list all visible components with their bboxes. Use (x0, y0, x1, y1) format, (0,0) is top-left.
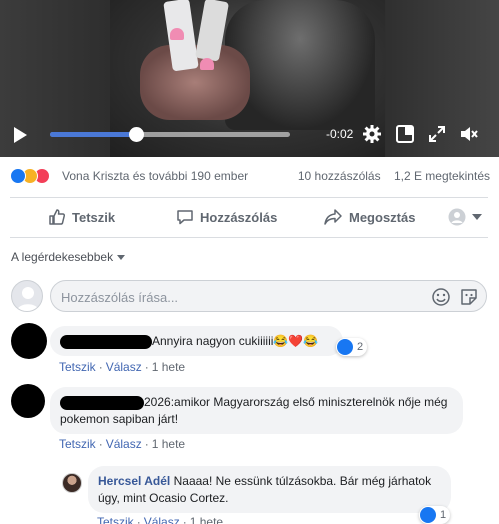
comment-reaction-count: 2 (357, 341, 364, 353)
default-avatar-icon (17, 287, 39, 311)
commenter-avatar[interactable] (11, 323, 47, 359)
comment-meta: Tetszik · Válasz · 1 hete (59, 360, 185, 374)
chevron-down-icon (472, 214, 482, 220)
comment-reply-link[interactable]: Válasz (106, 437, 142, 451)
emoji-icon[interactable] (431, 287, 451, 307)
seek-handle[interactable] (129, 127, 145, 142)
comment-like-link[interactable]: Tetszik (59, 360, 96, 374)
time-remaining: -0:02 (326, 127, 354, 141)
comment-bubble: Annyira nagyon cukiiiiii😂❤️😂 (50, 326, 343, 356)
reactions-summary[interactable]: Vona Kriszta és további 190 ember (62, 169, 248, 183)
like-button[interactable]: Tetszik (48, 200, 115, 234)
redacted-author-name (60, 395, 144, 410)
like-button-label: Tetszik (72, 209, 116, 225)
reaction-icons[interactable] (10, 168, 62, 184)
heart-decoration (170, 28, 184, 40)
comment-button-label: Hozzászólás (200, 209, 278, 225)
audience-selector[interactable] (448, 200, 488, 234)
user-avatar (11, 280, 43, 312)
comment-time[interactable]: 1 hete (152, 437, 185, 451)
reply-meta: Tetszik · Válasz · 1 hete (97, 515, 223, 524)
sticker-icon[interactable] (459, 287, 479, 307)
pip-icon[interactable] (395, 124, 415, 144)
fullscreen-icon[interactable] (427, 124, 447, 144)
profile-avatar-icon (448, 208, 466, 226)
comment-reactions[interactable]: 2 (336, 338, 368, 356)
share-icon (324, 209, 342, 225)
like-reaction-icon (337, 339, 353, 355)
meta-separator: · (98, 360, 103, 374)
reply-time[interactable]: 1 hete (190, 515, 223, 524)
divider (10, 197, 488, 198)
comment-sort-label: A legérdekesebbek (11, 250, 114, 264)
like-reaction-icon (420, 507, 436, 523)
meta-separator: · (144, 360, 149, 374)
reply-author-avatar[interactable] (62, 473, 82, 493)
meta-separator: · (144, 437, 149, 451)
post-counts: 10 hozzászólás 1,2 E megtekintés (288, 169, 490, 183)
share-button-label: Megosztás (349, 209, 416, 225)
reply-reactions[interactable]: 1 (419, 506, 451, 524)
comment-text: Annyira nagyon cukiiiiii😂❤️😂 (152, 334, 319, 348)
comment-reply-link[interactable]: Válasz (106, 360, 142, 374)
reply-reaction-count: 1 (440, 509, 447, 521)
play-button[interactable] (14, 127, 27, 143)
post-actions: Tetszik Hozzászólás Megosztás (10, 200, 488, 234)
comment-input[interactable] (61, 287, 421, 307)
thumbs-up-icon (49, 209, 66, 225)
comment-composer (50, 280, 487, 312)
divider (10, 237, 488, 238)
video-controls: -0:02 (0, 118, 499, 154)
meta-separator: · (182, 515, 187, 524)
mute-icon[interactable] (459, 124, 479, 144)
comment-meta: Tetszik · Válasz · 1 hete (59, 437, 185, 451)
comment-icon (177, 210, 193, 225)
seek-bar-progress (50, 132, 137, 137)
meta-separator: · (136, 515, 141, 524)
video-player[interactable]: -0:02 (0, 0, 499, 157)
heart-decoration (200, 58, 214, 70)
views-count: 1,2 E megtekintés (393, 169, 490, 183)
reply-author-name[interactable]: Hercsel Adél (98, 474, 170, 488)
comment-button[interactable]: Hozzászólás (176, 200, 277, 234)
gear-icon[interactable] (362, 124, 382, 144)
comment-bubble: 2026:amikor Magyarország első minisztere… (50, 387, 463, 434)
commenter-avatar[interactable] (11, 384, 45, 418)
seek-bar[interactable] (50, 127, 290, 142)
post-stats: Vona Kriszta és további 190 ember 10 hoz… (10, 166, 490, 188)
caret-down-icon (117, 255, 126, 261)
redacted-author-name (60, 334, 152, 349)
meta-separator: · (98, 437, 103, 451)
comment-sort-dropdown[interactable]: A legérdekesebbek (11, 250, 126, 264)
reply-like-link[interactable]: Tetszik (97, 515, 134, 524)
like-reaction-icon (10, 168, 26, 184)
comments-count[interactable]: 10 hozzászólás (298, 169, 381, 183)
comment-time[interactable]: 1 hete (152, 360, 185, 374)
share-button[interactable]: Megosztás (323, 200, 415, 234)
reply-reply-link[interactable]: Válasz (144, 515, 180, 524)
reply-bubble: Hercsel Adél Naaaa! Ne essünk túlzásokba… (88, 466, 451, 513)
comment-like-link[interactable]: Tetszik (59, 437, 96, 451)
